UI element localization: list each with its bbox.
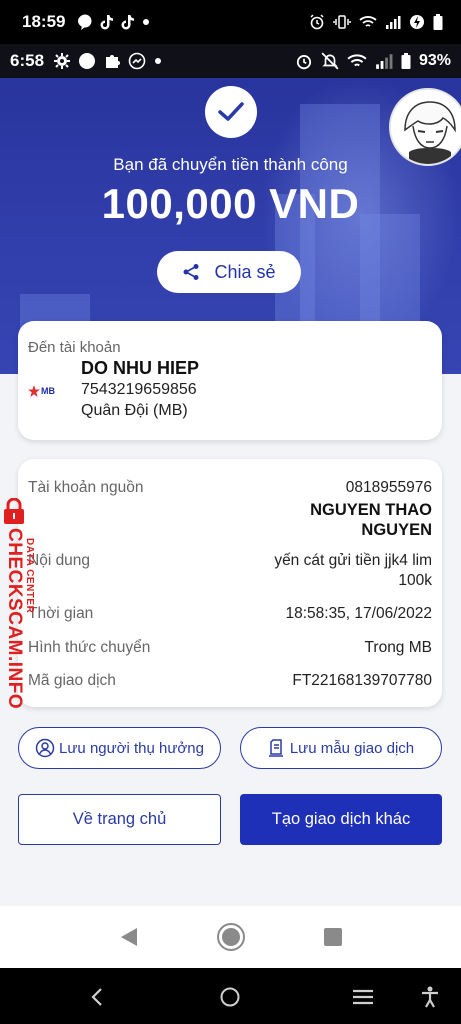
mute-icon (321, 52, 339, 70)
battery-icon (401, 53, 411, 69)
tiktok-icon (100, 15, 114, 30)
share-icon (183, 264, 199, 280)
outer-status-time: 18:59 (22, 12, 66, 31)
save-template-label: Lưu mẫu giao dịch (289, 739, 415, 757)
share-button[interactable]: Chia sẻ (157, 251, 301, 293)
accessibility-icon[interactable] (420, 986, 440, 1008)
source-account-row: Tài khoản nguồn 0818955976 NGUYEN THAO N… (28, 479, 432, 539)
home-circle-icon[interactable] (216, 922, 246, 952)
home-button[interactable]: Về trang chủ (18, 794, 221, 845)
dot-icon (155, 58, 162, 64)
inner-status-bar: 6:58 93% (0, 44, 461, 78)
save-beneficiary-button[interactable]: Lưu người thụ hưởng (18, 727, 221, 769)
tiktok-icon (121, 15, 135, 30)
recipient-label: Đến tài khoản (28, 339, 121, 356)
content-label: Nội dung (28, 552, 91, 569)
transaction-code-row: Mã giao dịch FT22168139707780 (28, 672, 432, 692)
signal-icon (386, 16, 401, 29)
success-message: Bạn đã chuyển tiền thành công (113, 155, 348, 174)
inner-status-time: 6:58 (10, 51, 45, 70)
recipient-card: Đến tài khoản MB DO NHU HIEP 75432196598… (18, 321, 442, 440)
home-circle-icon[interactable] (220, 987, 240, 1007)
battery-icon (433, 14, 443, 30)
outer-status-bar: 18:59 (0, 0, 461, 44)
new-transaction-button[interactable]: Tạo giao dịch khác (240, 794, 442, 845)
source-account-name-line2: NGUYEN (361, 521, 432, 539)
transfer-type-value: Trong MB (364, 639, 432, 656)
circle-app-icon (79, 53, 96, 69)
watermark-brand: CHECKSCAM.INFO (4, 528, 25, 710)
lock-icon (4, 498, 24, 524)
transfer-type-row: Hình thức chuyển Trong MB (28, 639, 432, 659)
content-value-line2: 100k (398, 572, 432, 589)
puzzle-icon (106, 55, 121, 68)
success-check-icon (205, 86, 257, 138)
source-account-label: Tài khoản nguồn (28, 479, 144, 496)
transfer-type-label: Hình thức chuyển (28, 639, 151, 656)
source-account-name-line1: NGUYEN THAO (310, 501, 432, 519)
back-triangle-icon[interactable] (119, 926, 139, 948)
save-template-button[interactable]: Lưu mẫu giao dịch (240, 727, 442, 769)
gear-icon (54, 53, 71, 69)
time-value: 18:58:35, 17/06/2022 (285, 605, 432, 622)
recents-square-icon[interactable] (323, 927, 343, 947)
template-icon (268, 739, 283, 757)
user-circle-icon (35, 738, 55, 758)
mb-bank-logo: MB (28, 383, 60, 399)
wifi-icon (359, 16, 377, 27)
transfer-amount: 100,000 VND (101, 180, 360, 227)
transfer-success-screen: 6:58 93% Bạn đã chuyển tiền thành công 1… (0, 44, 461, 968)
time-label: Thời gian (28, 605, 94, 622)
alarm-icon (296, 55, 312, 70)
battery-percent: 93% (418, 52, 451, 69)
inner-navigation-bar (0, 906, 461, 968)
charging-icon (410, 15, 424, 29)
checkscam-watermark: CHECKSCAM.INFO DATA CENTER (0, 498, 35, 733)
content-value-line1: yến cát gửi tiền jjk4 lim (274, 552, 432, 569)
transaction-details-card: Tài khoản nguồn 0818955976 NGUYEN THAO N… (18, 459, 442, 707)
source-account-number: 0818955976 (345, 479, 432, 496)
transaction-code-value: FT22168139707780 (292, 672, 432, 689)
menu-lines-icon[interactable] (352, 989, 374, 1005)
recipient-account-number: 7543219659856 (81, 381, 197, 398)
vibrate-icon (333, 15, 351, 29)
messenger-icon (128, 52, 146, 70)
signal-icon (376, 54, 393, 69)
save-beneficiary-label: Lưu người thụ hưởng (59, 739, 204, 757)
outer-navigation-bar (0, 968, 461, 1024)
watermark-subtitle: DATA CENTER (24, 538, 35, 614)
dot-icon (143, 19, 150, 25)
time-row: Thời gian 18:58:35, 17/06/2022 (28, 605, 432, 625)
content-row: Nội dung yến cát gửi tiền jjk4 lim 100k (28, 552, 432, 592)
share-label: Chia sẻ (214, 261, 276, 282)
alarm-icon (310, 14, 324, 30)
recipient-name: DO NHU HIEP (81, 358, 200, 378)
chat-bubble-icon (78, 14, 92, 30)
wifi-icon (347, 54, 367, 67)
transaction-code-label: Mã giao dịch (28, 672, 116, 689)
recipient-bank-name: Quân Đội (MB) (81, 402, 188, 419)
back-chevron-icon[interactable] (90, 988, 104, 1006)
